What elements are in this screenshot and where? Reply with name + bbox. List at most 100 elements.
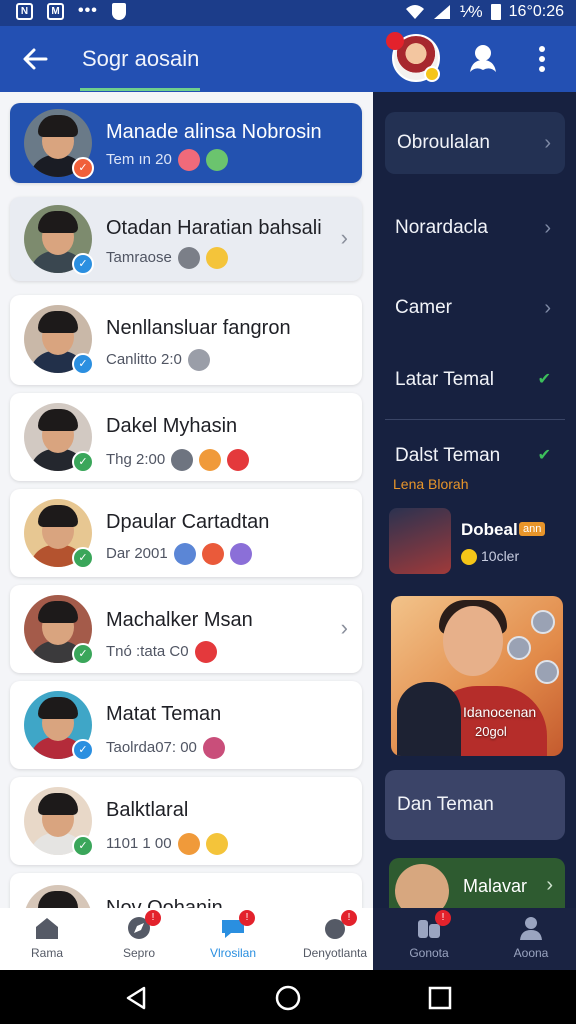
system-back-icon[interactable] [122, 984, 150, 1012]
featured-thumbnail [389, 508, 451, 574]
status-bar: N M ••• ⅟% 16°0:26 [0, 0, 576, 26]
chevron-right-icon: › [544, 132, 551, 154]
nav-home[interactable]: Rama [2, 914, 92, 960]
chevron-right-icon: › [340, 225, 348, 250]
banner-sub: 20gol [475, 724, 507, 739]
check-icon: ✔ [537, 447, 551, 464]
nav-chat[interactable]: ! Vlrosilan [188, 910, 278, 960]
side-item-label: Camer [395, 297, 453, 318]
battery-icon [490, 4, 501, 20]
emoji-icon [201, 543, 224, 565]
nav-label: Gonota [409, 946, 449, 960]
page-title: Sogr aosain [82, 46, 200, 71]
profile-icon [517, 914, 545, 942]
chat-subtitle: Dar 2001 [106, 543, 252, 565]
mini-card[interactable]: Malavar › [389, 858, 565, 908]
chat-icon: ! [219, 910, 255, 942]
chat-list: ✓ Manade alinsa Nobrosin Tem ın 20 ✓ Otadan … [0, 92, 373, 908]
emoji-icon [205, 247, 228, 269]
chat-subtitle: 1101 1 00 [106, 833, 228, 855]
emoji-icon [205, 833, 228, 855]
side-item-3[interactable]: Camer › [385, 288, 565, 328]
chat-time: Thg 2:00 [106, 450, 166, 468]
battery-percent: ⅟% [459, 4, 483, 21]
system-home-icon[interactable] [274, 984, 302, 1012]
status-badge: ✓ [72, 739, 94, 761]
avatar[interactable] [24, 885, 92, 908]
status-badge: ✓ [72, 353, 94, 375]
bottom-nav: Rama! Sepro ! Vlrosilan! Denyotlanta! Gonota A… [0, 908, 576, 970]
emoji-icon [177, 833, 200, 855]
chat-time: Tem ın 20 [106, 150, 172, 168]
banner-name: Idanocenan [463, 704, 537, 720]
chat-time: Canlitto 2:0 [106, 350, 182, 368]
chevron-right-icon: › [546, 874, 553, 896]
chat-time: Tnó :tata C0 [106, 642, 189, 660]
nav-compass[interactable]: ! Sepro [94, 910, 184, 960]
chat-list-item[interactable]: ✓ Manade alinsa Nobrosin Tem ın 20 [10, 103, 362, 183]
coin-icon [531, 610, 555, 634]
signal-icon [434, 5, 451, 19]
status-badge [424, 66, 440, 82]
status-badge: ✓ [72, 835, 94, 857]
chat-name: Otadan Haratian bahsali [106, 217, 322, 239]
nav-group[interactable]: ! Gonota [384, 910, 474, 960]
featured-sub: 10cler [461, 548, 519, 566]
promo-banner[interactable]: Idanocenan 20gol [391, 596, 563, 756]
system-recents-icon[interactable] [426, 984, 454, 1012]
notification-badge: ! [435, 910, 451, 926]
side-item-1[interactable]: Obroulalan › [385, 112, 565, 174]
featured-friend[interactable]: Dobeal ann 10cler [389, 508, 569, 578]
banner-secondary-person [397, 682, 461, 756]
nav-profile[interactable]: Aoona [486, 914, 576, 960]
chat-list-item[interactable]: ✓ Balktlaral 1101 1 00 [10, 777, 362, 865]
chat-subtitle: Tem ın 20 [106, 149, 228, 171]
emoji-icon [177, 247, 200, 269]
chat-subtitle: Canlitto 2:0 [106, 349, 210, 371]
side-item-2[interactable]: Norardacla › [385, 208, 565, 248]
featured-name: Dobeal [461, 520, 518, 539]
mini-avatar [395, 864, 449, 908]
nav-label: Sepro [122, 946, 156, 960]
gallery-icon: M [47, 2, 64, 20]
chat-list-item[interactable]: ✓ Nenllansluar fangron Canlitto 2:0 [10, 295, 362, 385]
system-nav-bar [0, 970, 576, 1024]
chat-list-item[interactable]: ✓ Otadan Haratian bahsali Tamraose › [10, 197, 362, 281]
add-friend-button[interactable]: Dan Teman [385, 770, 565, 840]
home-icon [33, 914, 61, 942]
chat-name: Nenllansluar fangron [106, 317, 291, 339]
more-vert-icon[interactable] [530, 42, 554, 76]
chevron-right-icon: › [544, 297, 551, 319]
back-arrow-icon[interactable] [20, 44, 50, 74]
app-bar: Sogr aosain [0, 26, 576, 92]
mini-name: Malavar [463, 876, 528, 896]
notification-dot [386, 32, 404, 50]
chat-list-item[interactable]: ✓ Dakel Myhasin Thg 2:00 [10, 393, 362, 481]
chat-list-item[interactable]: ✓ Matat Teman Taolrda07: 00 [10, 681, 362, 769]
chat-subtitle: Taolrda07: 00 [106, 737, 225, 759]
nav-label: Aoona [513, 946, 549, 960]
emoji-icon [173, 543, 196, 565]
more-notifications-icon: ••• [78, 2, 98, 19]
chat-name: Dpaular Cartadtan [106, 511, 270, 533]
chat-subtitle: Tamraose [106, 247, 228, 269]
chevron-right-icon: › [340, 615, 348, 640]
side-item-label: Latar Temal [395, 369, 494, 390]
chat-name: Manade alinsa Nobrosin [106, 121, 322, 143]
chat-list-item[interactable]: ✓ Dpaular Cartadtan Dar 2001 [10, 489, 362, 577]
side-item-4[interactable]: Latar Temal ✔ [385, 360, 565, 400]
side-item-5[interactable]: Dalst Teman ✔ [385, 436, 565, 476]
chat-name: Nov Oohanin [106, 897, 223, 908]
emoji-icon [199, 449, 222, 471]
chat-list-item[interactable]: ✓ Machalker Msan Tnó :tata C0 › [10, 585, 362, 673]
featured-tag: ann [519, 522, 546, 536]
side-item-label: Obroulalan [397, 132, 490, 153]
side-subtitle: Lena Blorah [393, 476, 469, 492]
chat-list-item[interactable]: ✓Nov Oohanin [10, 873, 362, 908]
notification-badge: ! [145, 910, 161, 926]
nav-bell[interactable]: ! Denyotlanta [290, 910, 380, 960]
shield-icon [111, 2, 126, 20]
chat-name: Machalker Msan [106, 609, 253, 631]
person-icon[interactable] [466, 42, 500, 76]
status-badge: ✓ [72, 157, 94, 179]
